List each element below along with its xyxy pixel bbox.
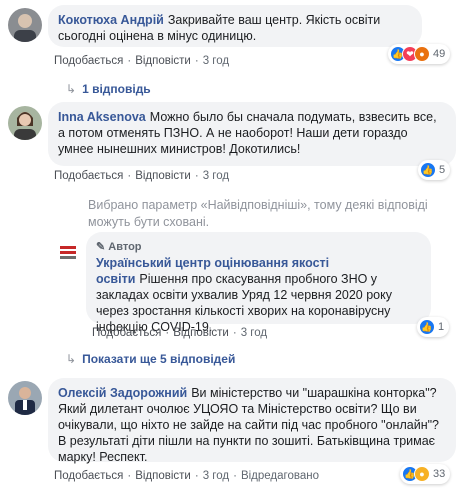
like-link[interactable]: Подобається: [54, 55, 123, 67]
reaction-summary[interactable]: 👍 5: [418, 160, 451, 180]
timestamp[interactable]: 3 год: [203, 470, 229, 482]
reaction-count: 5: [439, 164, 446, 176]
reaction-count: 1: [438, 321, 445, 333]
timestamp[interactable]: 3 год: [203, 170, 229, 182]
comment-bubble: Кокотюха Андрій Закривайте ваш центр. Які…: [48, 5, 422, 47]
comment-author[interactable]: Олексій Задорожний: [58, 386, 187, 400]
comment-actions: Подобається · Відповісти · 3 год: [54, 170, 230, 182]
comment-actions: Подобається · Відповісти · 3 год · Відредагова…: [54, 470, 319, 482]
reaction-summary[interactable]: 👍 1: [417, 317, 450, 337]
reaction-count: 49: [433, 48, 446, 60]
show-more-replies-link[interactable]: ↳ Показати ще 5 відповідей: [66, 352, 235, 366]
comment-author[interactable]: Кокотюха Андрій: [58, 13, 164, 27]
timestamp[interactable]: 3 год: [241, 327, 267, 339]
like-link[interactable]: Подобається: [54, 170, 123, 182]
reply-link[interactable]: Відповісти: [135, 55, 191, 67]
reply-arrow-icon: ↳: [66, 82, 77, 96]
like-link[interactable]: Подобається: [92, 327, 161, 339]
comment-author[interactable]: Inna Aksenova: [58, 110, 146, 124]
edit-pencil-icon: ✎: [96, 241, 109, 253]
edited-label: Відредаговано: [240, 470, 319, 482]
author-badge-label: Автор: [108, 241, 142, 253]
author-badge: ✎ Автор: [96, 239, 421, 255]
reaction-summary[interactable]: 👍 ❤ ● 49: [388, 44, 451, 64]
comment-actions: Подобається · Відповісти · 3 год: [54, 55, 230, 67]
reply-actions: Подобається · Відповісти · 3 год: [92, 327, 268, 339]
reply-link[interactable]: Відповісти: [135, 170, 191, 182]
show-more-replies-label: Показати ще 5 відповідей: [82, 352, 236, 366]
angry-reaction-icon: ●: [414, 46, 430, 62]
reply-link[interactable]: Відповісти: [135, 470, 191, 482]
filter-notice: Вибрано параметр «Найвідповідніші», тому…: [88, 198, 428, 229]
reply-link[interactable]: Відповісти: [173, 327, 229, 339]
reply-text: Рішення про скасування пробного ЗНО у за…: [96, 272, 392, 334]
reply-bubble: ✎ Автор Український центр оцінювання якос…: [86, 232, 431, 334]
wow-reaction-icon: ●: [414, 466, 430, 482]
reaction-count: 33: [433, 468, 446, 480]
avatar[interactable]: [8, 8, 42, 42]
like-reaction-icon: 👍: [420, 162, 436, 178]
comment-bubble: Inna Aksenova Можно было бы сначала подум…: [48, 102, 456, 166]
page-avatar[interactable]: [57, 241, 79, 263]
avatar[interactable]: [8, 106, 42, 140]
comment-bubble: Олексій Задорожний Ви міністерство чи "ша…: [48, 378, 456, 464]
like-link[interactable]: Подобається: [54, 470, 123, 482]
view-replies-link[interactable]: ↳ 1 відповідь: [66, 82, 151, 96]
reaction-summary[interactable]: 👍 ● 33: [400, 464, 451, 484]
replies-count-label: 1 відповідь: [82, 82, 151, 96]
like-reaction-icon: 👍: [419, 319, 435, 335]
reply-arrow-icon: ↳: [66, 352, 77, 366]
timestamp[interactable]: 3 год: [203, 55, 229, 67]
avatar[interactable]: [8, 381, 42, 415]
